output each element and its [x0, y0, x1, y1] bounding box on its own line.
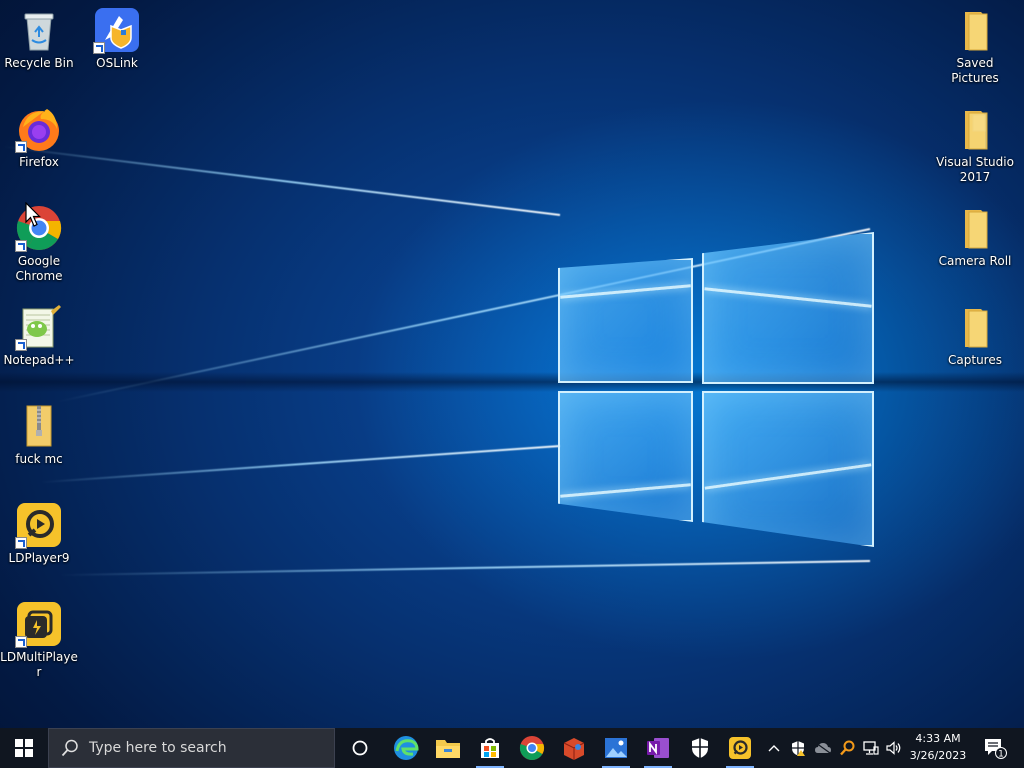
ldplayer-icon: [729, 737, 751, 759]
tray-network[interactable]: [860, 728, 882, 768]
magnifier-icon: [840, 740, 855, 756]
action-center-button[interactable]: 1: [978, 728, 1012, 768]
taskbar-ldplayer[interactable]: [720, 728, 760, 768]
onenote-icon: [647, 738, 669, 758]
cortana-button[interactable]: [340, 728, 380, 768]
desktop-icon-captures[interactable]: Captures: [936, 303, 1014, 368]
desktop-icon-label: LDPlayer9: [8, 551, 70, 565]
desktop-icon-label: Recycle Bin: [4, 56, 74, 70]
recycle-bin-icon: [15, 6, 63, 54]
taskbar-clock[interactable]: 4:33 AM 3/26/2023: [904, 730, 972, 766]
taskbar-security[interactable]: [680, 728, 720, 768]
firefox-icon: [15, 105, 63, 153]
ldmultiplayer-icon: [15, 600, 63, 648]
desktop-icon-label: Google Chrome: [15, 254, 63, 283]
desktop-icon-label: Visual Studio 2017: [936, 155, 1014, 184]
clock-time: 4:33 AM: [915, 732, 961, 745]
taskbar-microsoft-store[interactable]: [470, 728, 510, 768]
edge-icon: [394, 736, 419, 760]
search-icon: [61, 739, 78, 757]
shortcut-arrow-icon: [15, 141, 27, 153]
taskbar: Type here to search 4:33 AM 3/26/2023 1: [0, 728, 1024, 768]
tray-onedrive[interactable]: [812, 728, 834, 768]
oslink-icon: [93, 6, 141, 54]
onedrive-offline-icon: [815, 742, 831, 754]
logo-pane-bottom-left: [558, 391, 693, 522]
logo-pane-top-right: [702, 232, 874, 384]
cortana-icon: [352, 740, 368, 756]
taskbar-search-box[interactable]: Type here to search: [48, 728, 335, 768]
folder-icon: [951, 6, 999, 54]
desktop-icon-label: OSLink: [96, 56, 138, 70]
show-hidden-icons-button[interactable]: [764, 728, 784, 768]
notepadpp-icon: [15, 303, 63, 351]
desktop-icon-ldplayer9[interactable]: LDPlayer9: [0, 501, 78, 566]
search-placeholder: Type here to search: [89, 740, 227, 756]
folder-icon: [951, 303, 999, 351]
notification-count: 1: [998, 750, 1004, 760]
desktop-icon-label: Captures: [948, 353, 1002, 367]
desktop-icon-recycle-bin[interactable]: Recycle Bin: [0, 6, 78, 71]
desktop-icon-notepadpp[interactable]: Notepad++: [0, 303, 78, 368]
volume-icon: [886, 741, 901, 755]
desktop: Recycle Bin OSLink Firefox Google Chrome…: [0, 0, 1024, 728]
desktop-icon-camera-roll[interactable]: Camera Roll: [936, 204, 1014, 269]
desktop-icon-label: Firefox: [19, 155, 59, 169]
taskbar-chrome[interactable]: [512, 728, 552, 768]
desktop-icon-ldmultiplayer[interactable]: LDMultiPlayer: [0, 600, 78, 680]
game-icon: [563, 738, 585, 760]
clock-date: 3/26/2023: [909, 749, 967, 762]
windows-logo-icon: [15, 739, 33, 757]
security-shield-icon: [692, 738, 708, 758]
taskbar-onenote[interactable]: [638, 728, 678, 768]
taskbar-file-explorer[interactable]: [428, 728, 468, 768]
notification-icon: 1: [985, 739, 1007, 760]
desktop-icon-firefox[interactable]: Firefox: [0, 105, 78, 170]
wallpaper-beam: [60, 560, 871, 577]
desktop-icon-saved-pictures[interactable]: Saved Pictures: [936, 6, 1014, 86]
taskbar-edge[interactable]: [386, 728, 426, 768]
desktop-icon-visual-studio-2017[interactable]: Visual Studio 2017: [936, 105, 1014, 185]
microsoft-store-icon: [481, 738, 499, 758]
chrome-icon: [519, 736, 545, 761]
shortcut-arrow-icon: [15, 537, 27, 549]
taskbar-game[interactable]: [554, 728, 594, 768]
photos-icon: [605, 738, 627, 758]
desktop-icon-label: Notepad++: [3, 353, 75, 367]
tray-search-app[interactable]: [836, 728, 858, 768]
desktop-icon-fuck-mc[interactable]: fuck mc: [0, 402, 78, 467]
logo-pane-bottom-right: [702, 391, 874, 547]
ldplayer-icon: [15, 501, 63, 549]
start-button[interactable]: [0, 728, 48, 768]
wallpaper-beam: [4, 145, 561, 216]
shortcut-arrow-icon: [15, 636, 27, 648]
wallpaper-beam: [41, 445, 561, 484]
tray-volume[interactable]: [883, 728, 905, 768]
network-icon: [863, 741, 879, 755]
folder-icon: [951, 204, 999, 252]
file-explorer-icon: [436, 740, 460, 758]
desktop-icon-label: fuck mc: [15, 452, 63, 466]
tray-security-warning[interactable]: [788, 728, 808, 768]
zip-folder-icon: [15, 402, 63, 450]
logo-pane-top-left: [558, 258, 693, 383]
shortcut-arrow-icon: [93, 42, 105, 54]
folder-icon: [951, 105, 999, 153]
security-warning-icon: [792, 741, 805, 756]
shortcut-arrow-icon: [15, 339, 27, 351]
desktop-icon-oslink[interactable]: OSLink: [78, 6, 156, 71]
desktop-icon-label: Camera Roll: [938, 254, 1012, 268]
taskbar-photos[interactable]: [596, 728, 636, 768]
chevron-up-icon: [768, 745, 780, 752]
shortcut-arrow-icon: [15, 240, 27, 252]
desktop-icon-label: LDMultiPlayer: [0, 650, 78, 679]
desktop-icon-label: Saved Pictures: [951, 56, 999, 85]
